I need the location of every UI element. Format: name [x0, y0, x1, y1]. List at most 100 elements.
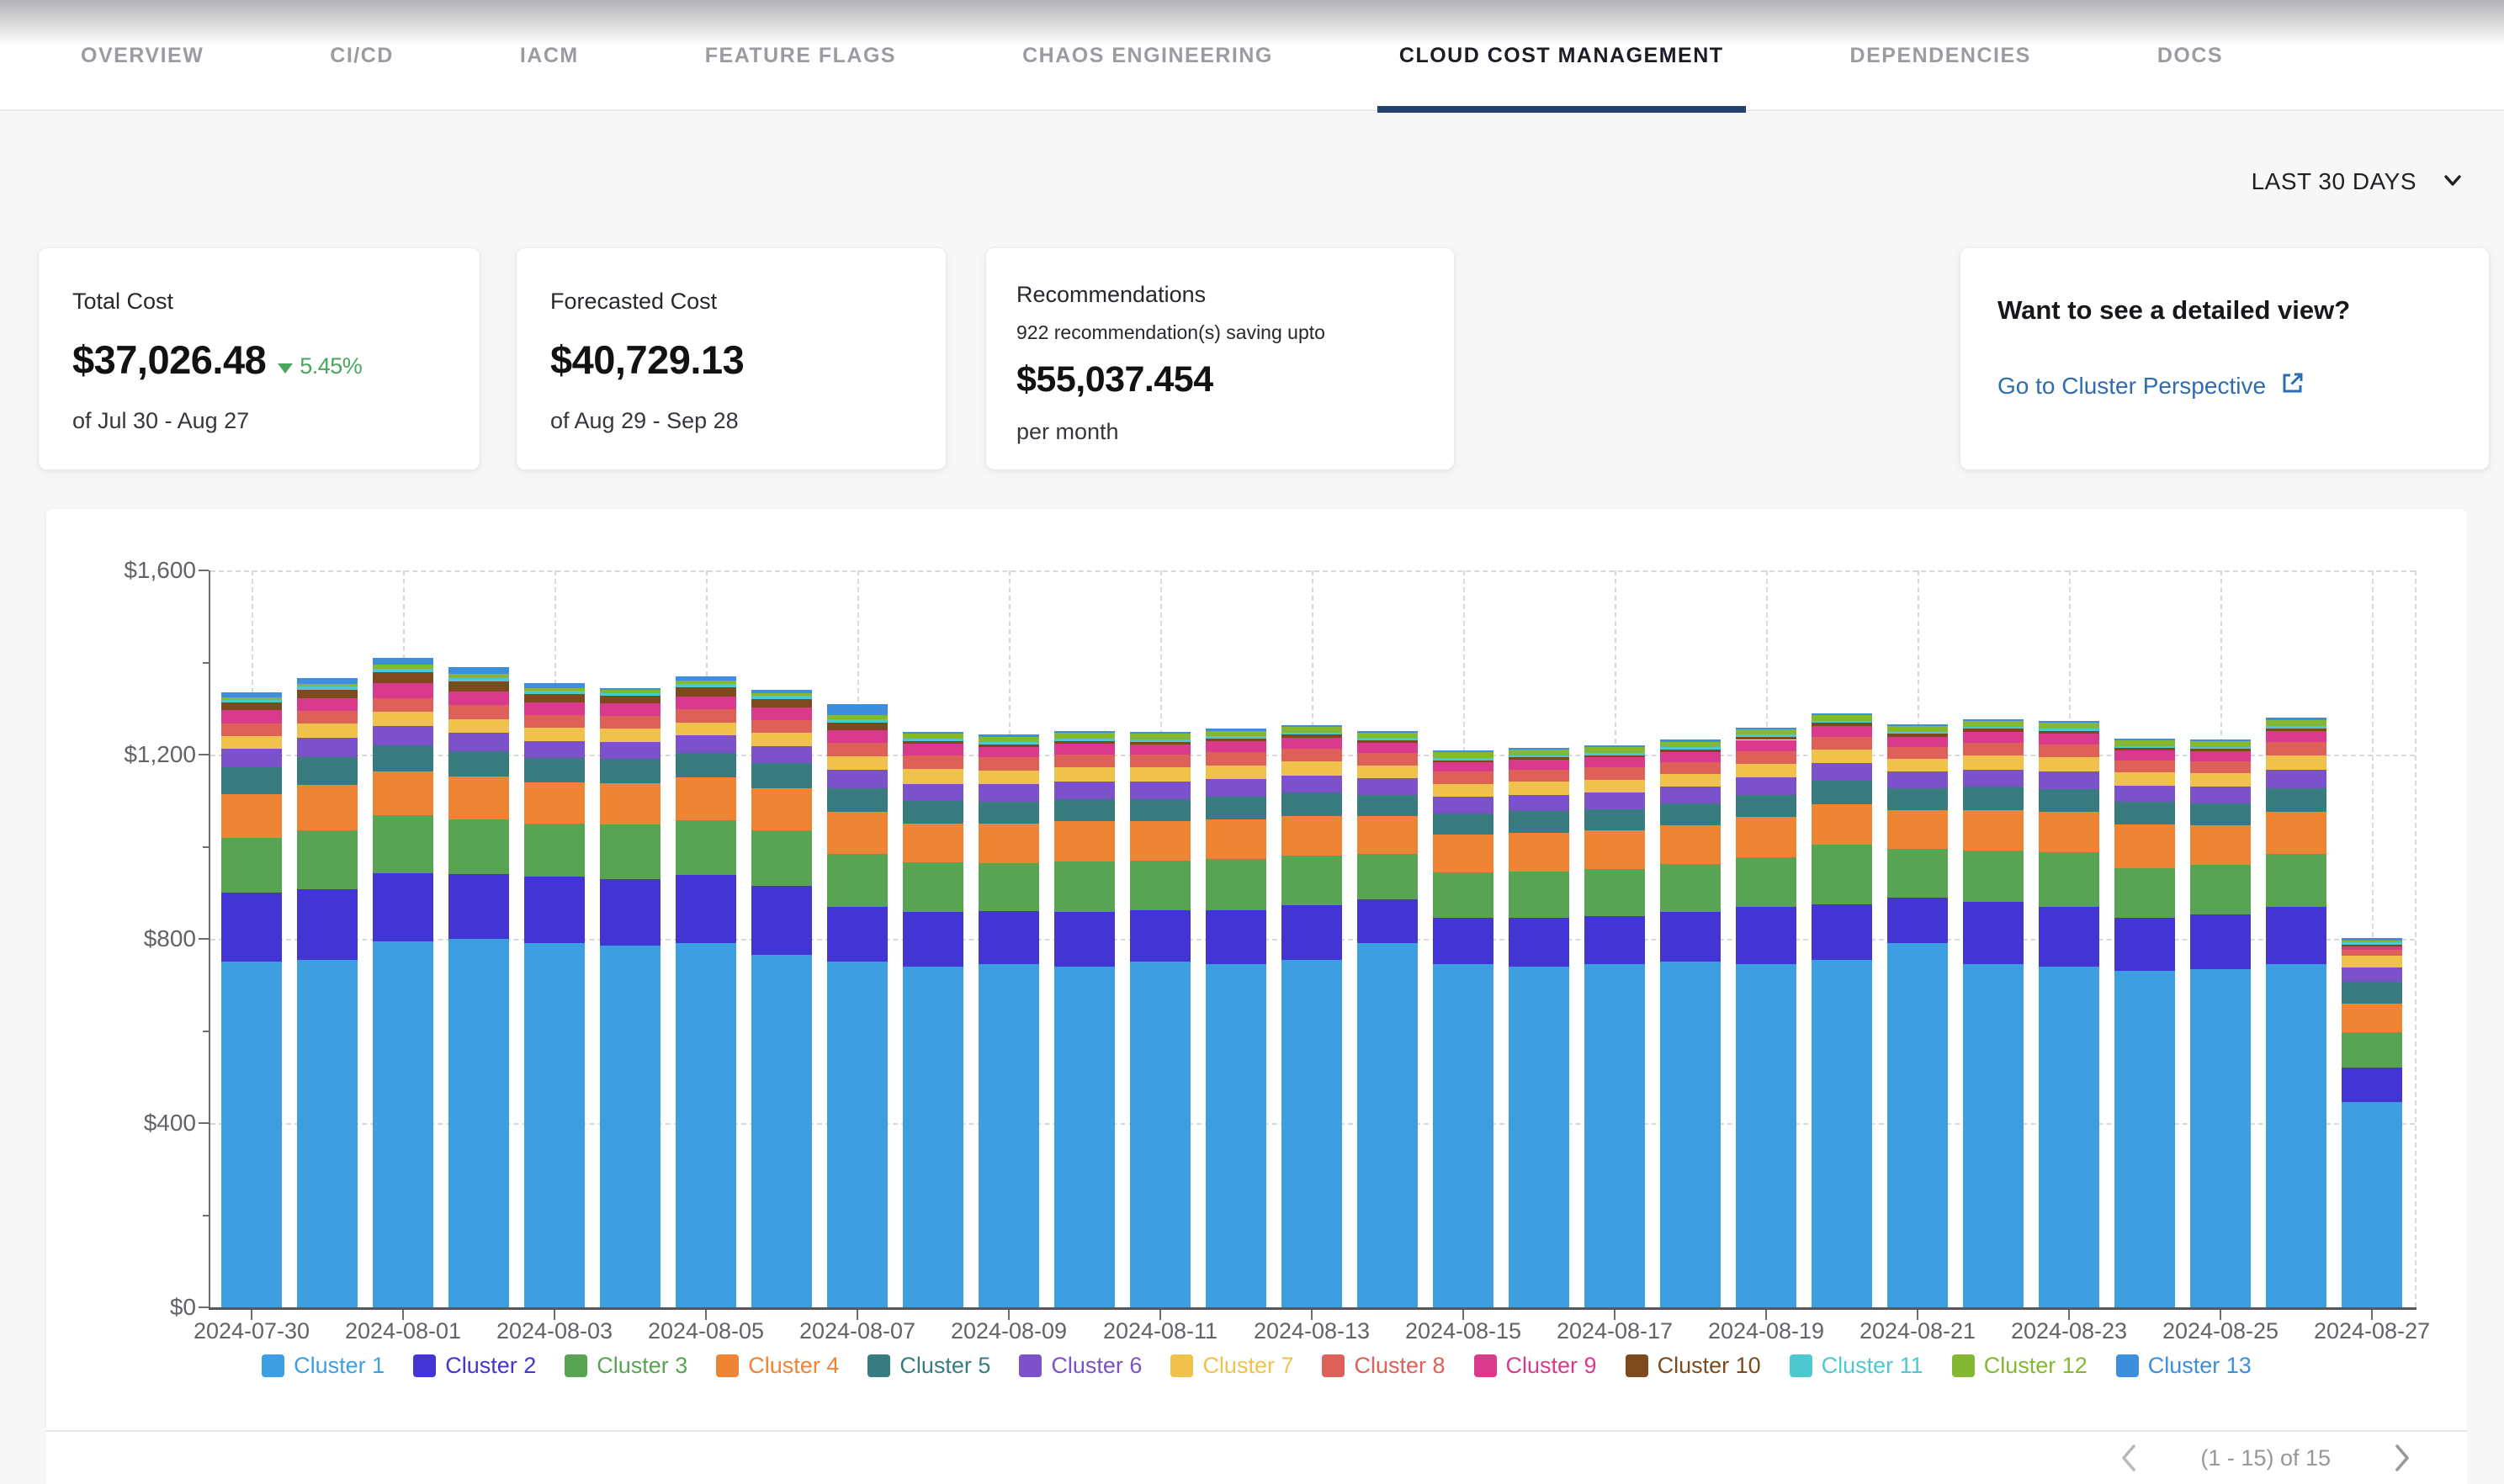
bar-segment-cluster-3[interactable] [1509, 872, 1569, 919]
tab-cloud-cost-management[interactable]: CLOUD COST MANAGEMENT [1399, 0, 1724, 111]
bar-segment-cluster-11[interactable] [1357, 738, 1418, 740]
bar-segment-cluster-1[interactable] [2190, 969, 2251, 1307]
bar-segment-cluster-5[interactable] [2266, 788, 2326, 812]
bar-segment-cluster-4[interactable] [448, 776, 509, 819]
bar-segment-cluster-13[interactable] [297, 678, 358, 684]
bar-segment-cluster-13[interactable] [524, 683, 585, 687]
bar-segment-cluster-11[interactable] [1812, 721, 1872, 723]
bar-segment-cluster-2[interactable] [524, 877, 585, 943]
bar-segment-cluster-5[interactable] [1812, 781, 1872, 803]
bar-segment-cluster-10[interactable] [1433, 761, 1493, 763]
bar-segment-cluster-8[interactable] [2342, 950, 2402, 956]
bar-segment-cluster-7[interactable] [1130, 767, 1191, 781]
bar-segment-cluster-2[interactable] [751, 886, 812, 955]
bar-segment-cluster-9[interactable] [1054, 744, 1115, 755]
bar-segment-cluster-7[interactable] [676, 723, 736, 735]
bar-segment-cluster-4[interactable] [1054, 821, 1115, 861]
bar-segment-cluster-9[interactable] [979, 747, 1039, 757]
bar-segment-cluster-12[interactable] [221, 697, 282, 700]
bar-segment-cluster-4[interactable] [2114, 824, 2175, 869]
bar-2024-08-24[interactable] [2114, 570, 2175, 1307]
bar-segment-cluster-12[interactable] [373, 665, 433, 668]
bar-segment-cluster-1[interactable] [1130, 962, 1191, 1307]
bar-segment-cluster-5[interactable] [1206, 797, 1266, 819]
bar-segment-cluster-13[interactable] [1206, 729, 1266, 730]
bar-segment-cluster-9[interactable] [448, 692, 509, 705]
bar-segment-cluster-12[interactable] [2114, 740, 2175, 746]
bar-segment-cluster-2[interactable] [1887, 898, 1948, 944]
bar-segment-cluster-5[interactable] [1357, 795, 1418, 816]
bar-segment-cluster-7[interactable] [373, 712, 433, 725]
bar-segment-cluster-9[interactable] [1433, 762, 1493, 771]
bar-segment-cluster-7[interactable] [751, 733, 812, 745]
bar-segment-cluster-7[interactable] [2114, 772, 2175, 785]
bar-segment-cluster-3[interactable] [1660, 864, 1721, 912]
bar-segment-cluster-4[interactable] [1812, 804, 1872, 845]
bar-segment-cluster-1[interactable] [827, 962, 888, 1307]
bar-segment-cluster-3[interactable] [2039, 852, 2099, 907]
time-range-dropdown[interactable]: LAST 30 DAYS [2252, 158, 2465, 205]
bar-2024-07-30[interactable] [221, 570, 282, 1307]
bar-segment-cluster-10[interactable] [1660, 750, 1721, 752]
bar-segment-cluster-7[interactable] [1812, 750, 1872, 763]
bar-segment-cluster-13[interactable] [2266, 718, 2326, 720]
bar-segment-cluster-12[interactable] [2039, 723, 2099, 729]
bar-segment-cluster-13[interactable] [2190, 739, 2251, 741]
bar-segment-cluster-12[interactable] [979, 737, 1039, 743]
bar-segment-cluster-6[interactable] [2266, 770, 2326, 788]
bar-segment-cluster-5[interactable] [2039, 789, 2099, 812]
bar-segment-cluster-5[interactable] [2114, 802, 2175, 824]
bar-segment-cluster-4[interactable] [221, 794, 282, 838]
bar-segment-cluster-12[interactable] [1433, 752, 1493, 758]
bar-segment-cluster-4[interactable] [600, 783, 660, 824]
bar-segment-cluster-7[interactable] [2039, 757, 2099, 771]
bar-segment-cluster-2[interactable] [2039, 907, 2099, 967]
bar-segment-cluster-11[interactable] [1509, 755, 1569, 758]
legend-item-cluster-5[interactable]: Cluster 5 [867, 1353, 990, 1379]
bar-segment-cluster-6[interactable] [979, 784, 1039, 802]
bar-segment-cluster-12[interactable] [2190, 741, 2251, 747]
bar-segment-cluster-13[interactable] [448, 667, 509, 674]
bar-segment-cluster-12[interactable] [903, 734, 963, 739]
bar-segment-cluster-2[interactable] [676, 875, 736, 943]
bar-segment-cluster-12[interactable] [1660, 742, 1721, 748]
bar-segment-cluster-1[interactable] [979, 964, 1039, 1307]
bar-segment-cluster-10[interactable] [1509, 757, 1569, 760]
bar-2024-08-10[interactable] [1054, 570, 1115, 1307]
bar-segment-cluster-13[interactable] [373, 658, 433, 665]
bar-segment-cluster-6[interactable] [297, 738, 358, 757]
bar-segment-cluster-10[interactable] [1963, 729, 2024, 731]
bar-segment-cluster-13[interactable] [1963, 719, 2024, 721]
bar-segment-cluster-6[interactable] [1963, 770, 2024, 787]
bar-segment-cluster-6[interactable] [1812, 763, 1872, 781]
bar-segment-cluster-13[interactable] [2114, 739, 2175, 740]
bar-segment-cluster-5[interactable] [676, 753, 736, 778]
bar-segment-cluster-11[interactable] [676, 684, 736, 687]
bar-segment-cluster-3[interactable] [373, 815, 433, 872]
bar-segment-cluster-8[interactable] [2039, 745, 2099, 757]
bar-segment-cluster-4[interactable] [2342, 1004, 2402, 1032]
bar-2024-08-18[interactable] [1660, 570, 1721, 1307]
bar-segment-cluster-4[interactable] [1584, 830, 1645, 869]
bar-segment-cluster-13[interactable] [979, 734, 1039, 736]
bar-segment-cluster-1[interactable] [1509, 967, 1569, 1307]
bar-segment-cluster-3[interactable] [751, 830, 812, 886]
bar-segment-cluster-5[interactable] [221, 767, 282, 793]
bar-segment-cluster-6[interactable] [1281, 776, 1342, 793]
bar-segment-cluster-6[interactable] [1054, 782, 1115, 799]
bar-segment-cluster-9[interactable] [1509, 760, 1569, 770]
bar-segment-cluster-3[interactable] [1206, 859, 1266, 909]
bar-segment-cluster-12[interactable] [1812, 715, 1872, 721]
bar-segment-cluster-4[interactable] [1660, 825, 1721, 864]
bar-segment-cluster-13[interactable] [1812, 713, 1872, 715]
bar-segment-cluster-9[interactable] [1887, 737, 1948, 747]
bar-segment-cluster-5[interactable] [1054, 799, 1115, 821]
bar-segment-cluster-8[interactable] [1963, 743, 2024, 755]
bar-segment-cluster-8[interactable] [1433, 771, 1493, 783]
tab-overview[interactable]: OVERVIEW [81, 0, 204, 111]
bar-segment-cluster-2[interactable] [2114, 918, 2175, 971]
bar-segment-cluster-6[interactable] [448, 733, 509, 751]
bar-segment-cluster-13[interactable] [827, 704, 888, 716]
bar-segment-cluster-12[interactable] [524, 688, 585, 691]
bar-segment-cluster-5[interactable] [1736, 795, 1796, 817]
